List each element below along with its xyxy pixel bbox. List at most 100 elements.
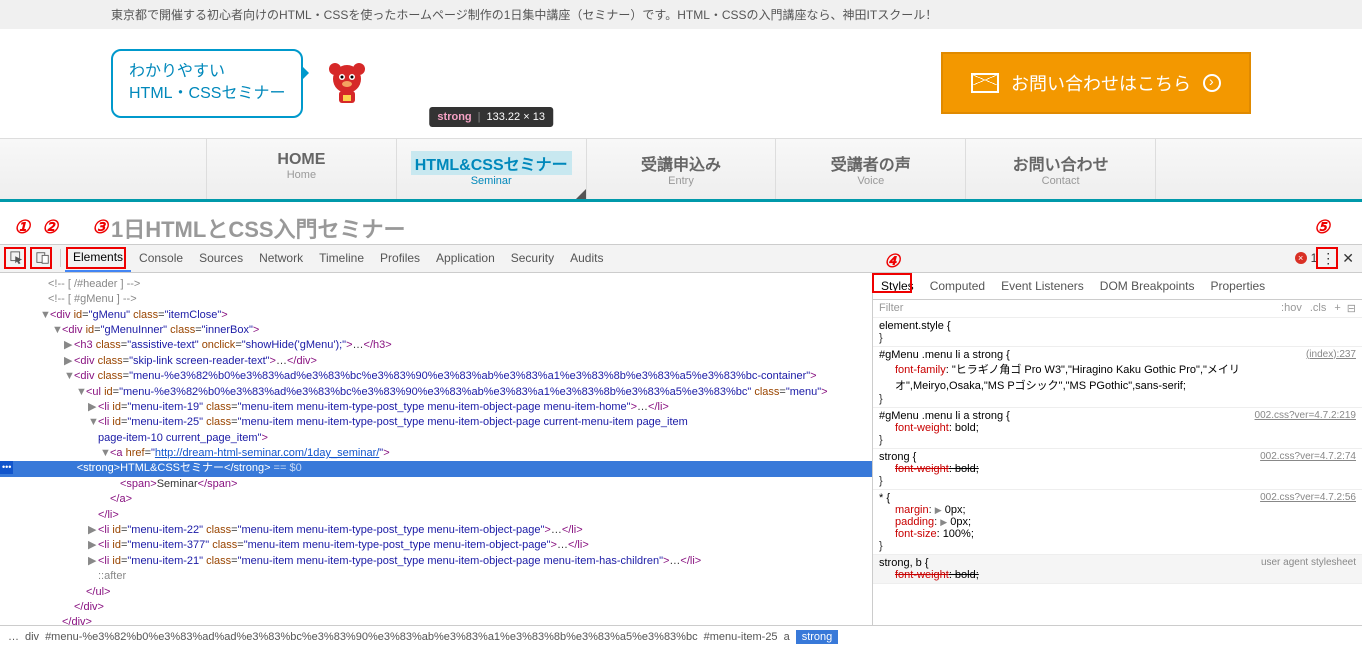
dom-node[interactable]: ▼<li id="menu-item-25" class="menu-item … xyxy=(88,415,872,430)
style-rule[interactable]: (index):237 #gMenu .menu li a strong { f… xyxy=(873,347,1362,408)
styles-tab-breakpoints[interactable]: DOM Breakpoints xyxy=(1092,273,1203,299)
annotation-1-box xyxy=(4,247,26,269)
tab-audits[interactable]: Audits xyxy=(562,245,611,271)
style-rule[interactable]: 002.css?ver=4.7.2:56 * { margin: ▶ 0px; … xyxy=(873,490,1362,555)
bc-item[interactable]: #menu-%e3%82%b0%e3%83%ad%ad%e3%83%bc%e3%… xyxy=(45,631,698,643)
tooltip-sep: | xyxy=(478,111,481,123)
style-rule[interactable]: user agent stylesheet strong, b { font-w… xyxy=(873,555,1362,584)
error-icon[interactable]: × xyxy=(1295,252,1307,264)
dom-breadcrumb[interactable]: … div #menu-%e3%82%b0%e3%83%ad%ad%e3%83%… xyxy=(0,625,1362,648)
dom-node[interactable]: ▼<div class="menu-%e3%82%b0%e3%83%ad%e3%… xyxy=(64,369,872,384)
bc-item[interactable]: a xyxy=(784,631,790,643)
nav-sublabel: Seminar xyxy=(397,175,586,187)
dom-node[interactable]: ▼<div id="gMenuInner" class="innerBox"> xyxy=(52,323,872,338)
devtools-tabs: Elements Console Sources Network Timelin… xyxy=(0,245,1362,273)
tab-console[interactable]: Console xyxy=(131,245,191,271)
styles-tab-listeners[interactable]: Event Listeners xyxy=(993,273,1092,299)
annotation-5: ⑤ xyxy=(1314,217,1330,238)
speech-bubble: わかりやすい HTML・CSSセミナー xyxy=(111,49,303,118)
dom-comment: <!-- [ #gMenu ] --> xyxy=(48,292,872,307)
nav-voice[interactable]: 受講者の声 Voice xyxy=(775,139,965,199)
header: わかりやすい HTML・CSSセミナー お問い合わせはこちら xyxy=(111,29,1251,138)
dom-node[interactable]: ▶<li id="menu-item-22" class="menu-item … xyxy=(88,523,872,538)
annotation-4: ④ xyxy=(884,251,900,272)
pin-icon[interactable]: ⊟ xyxy=(1347,302,1356,315)
dom-node[interactable]: ▶<li id="menu-item-19" class="menu-item … xyxy=(88,400,872,415)
banner-text: 東京都で開催する初心者向けのHTML・CSSを使ったホームページ制作の1日集中講… xyxy=(111,6,1251,23)
dom-node[interactable]: ▼<div id="gMenu" class="itemClose"> xyxy=(40,308,872,323)
dom-node[interactable]: ▼<ul id="menu-%e3%82%b0%e3%83%ad%e3%83%b… xyxy=(76,385,872,400)
dom-node[interactable]: <span>Seminar</span> xyxy=(120,477,872,492)
bc-item-selected[interactable]: strong xyxy=(796,630,839,644)
tooltip-tag: strong xyxy=(437,111,471,123)
styles-panel: Styles Computed Event Listeners DOM Brea… xyxy=(872,273,1362,625)
dom-node[interactable]: ▶<div class="skip-link screen-reader-tex… xyxy=(64,354,872,369)
dom-node[interactable]: </a> xyxy=(110,492,872,507)
source-link: user agent stylesheet xyxy=(1261,557,1356,568)
bc-item[interactable]: div xyxy=(25,631,39,643)
nav-sublabel: Contact xyxy=(966,175,1155,187)
annotation-2: ② xyxy=(42,217,58,238)
tab-profiles[interactable]: Profiles xyxy=(372,245,428,271)
hov-toggle[interactable]: :hov xyxy=(1281,302,1302,314)
tab-network[interactable]: Network xyxy=(251,245,311,271)
source-link[interactable]: (index):237 xyxy=(1306,349,1356,360)
arrow-circle-icon xyxy=(1203,74,1221,92)
tab-sources[interactable]: Sources xyxy=(191,245,251,271)
inspect-tooltip: strong | 133.22 × 13 xyxy=(429,107,553,127)
dom-node[interactable]: </div> xyxy=(74,600,872,615)
nav-entry[interactable]: 受講申込み Entry xyxy=(586,139,776,199)
tab-application[interactable]: Application xyxy=(428,245,503,271)
bc-item[interactable]: #menu-item-25 xyxy=(704,631,778,643)
annotation-1: ① xyxy=(14,217,30,238)
nav-home[interactable]: HOME Home xyxy=(206,139,396,199)
source-link[interactable]: 002.css?ver=4.7.2:219 xyxy=(1255,410,1356,421)
style-rule[interactable]: 002.css?ver=4.7.2:219 #gMenu .menu li a … xyxy=(873,408,1362,449)
styles-tab-properties[interactable]: Properties xyxy=(1202,273,1273,299)
source-link[interactable]: 002.css?ver=4.7.2:56 xyxy=(1260,492,1356,503)
dom-node[interactable]: </ul> xyxy=(86,585,872,600)
nav-label: お問い合わせ xyxy=(966,151,1155,175)
nav-label: HOME xyxy=(207,151,396,169)
contact-button[interactable]: お問い合わせはこちら xyxy=(941,52,1251,114)
source-link[interactable]: 002.css?ver=4.7.2:74 xyxy=(1260,451,1356,462)
bubble-line1: わかりやすい xyxy=(129,61,285,83)
annotation-4-box xyxy=(872,273,912,293)
dom-node-selected[interactable]: ••• <strong>HTML&CSSセミナー</strong> == $0 xyxy=(0,461,872,476)
dom-node[interactable]: </li> xyxy=(98,508,872,523)
global-nav: HOME Home strong | 133.22 × 13 HTML&CSSセ… xyxy=(0,138,1362,202)
dom-node[interactable]: page-item-10 current_page_item"> xyxy=(98,431,872,446)
nav-seminar[interactable]: strong | 133.22 × 13 HTML&CSSセミナー Semina… xyxy=(396,139,586,199)
page-title: 1日HTMLとCSS入門セミナー xyxy=(111,212,1251,244)
envelope-icon xyxy=(971,73,999,93)
annotation-3: ③ xyxy=(92,217,108,238)
contact-button-label: お問い合わせはこちら xyxy=(1011,70,1191,96)
tab-timeline[interactable]: Timeline xyxy=(311,245,372,271)
style-rule[interactable]: element.style { } xyxy=(873,318,1362,347)
nav-sublabel: Entry xyxy=(587,175,776,187)
elements-tree[interactable]: <!-- [ /#header ] --> <!-- [ #gMenu ] --… xyxy=(0,273,872,625)
nav-label: 受講者の声 xyxy=(776,151,965,175)
cls-toggle[interactable]: .cls xyxy=(1310,302,1327,314)
tab-security[interactable]: Security xyxy=(503,245,562,271)
dom-node[interactable]: ▼<a href="http://dream-html-seminar.com/… xyxy=(100,446,872,461)
style-rule[interactable]: 002.css?ver=4.7.2:74 strong { font-weigh… xyxy=(873,449,1362,490)
nav-label: 受講申込み xyxy=(587,151,776,175)
top-banner: 東京都で開催する初心者向けのHTML・CSSを使ったホームページ制作の1日集中講… xyxy=(0,0,1362,29)
styles-filter-input[interactable]: Filter xyxy=(879,302,903,314)
dom-node[interactable]: ▶<li id="menu-item-377" class="menu-item… xyxy=(88,538,872,553)
dom-node[interactable]: ▶<h3 class="assistive-text" onclick="sho… xyxy=(64,338,872,353)
dom-comment: <!-- [ /#header ] --> xyxy=(48,277,872,292)
dom-pseudo[interactable]: ::after xyxy=(98,569,872,584)
dom-node[interactable]: </div> xyxy=(62,615,872,624)
annotation-5-box xyxy=(1316,247,1338,269)
add-rule-icon[interactable]: + xyxy=(1334,302,1340,314)
styles-tab-computed[interactable]: Computed xyxy=(922,273,993,299)
close-icon[interactable]: ✕ xyxy=(1338,250,1358,267)
nav-contact[interactable]: お問い合わせ Contact xyxy=(965,139,1156,199)
annotation-3-box xyxy=(66,247,126,269)
bc-item[interactable]: … xyxy=(8,631,19,643)
devtools-panel: ① ② ③ ④ ⑤ Elements Console Sources Netwo… xyxy=(0,244,1362,648)
mascot-icon xyxy=(323,59,371,107)
dom-node[interactable]: ▶<li id="menu-item-21" class="menu-item … xyxy=(88,554,872,569)
